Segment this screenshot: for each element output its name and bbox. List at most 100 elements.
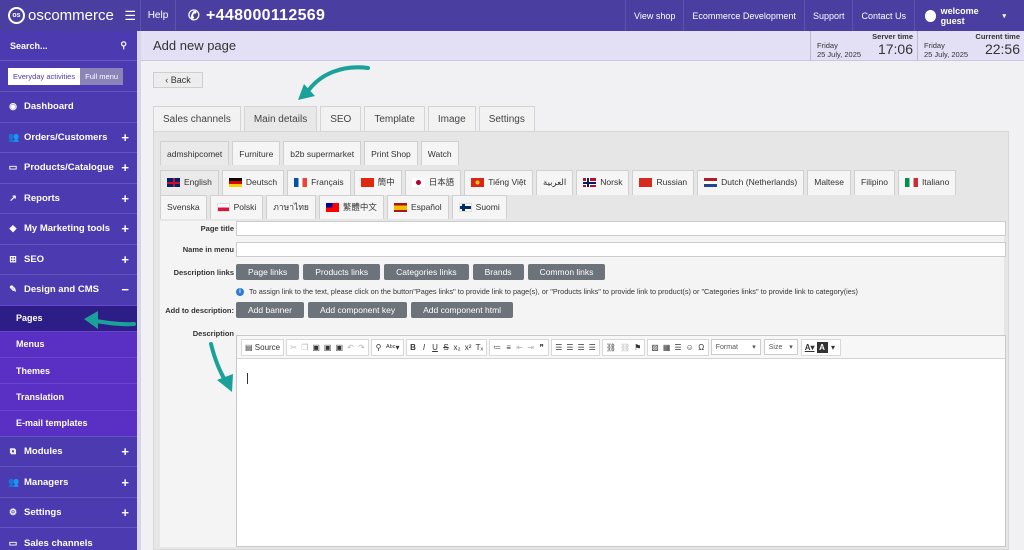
tab-lang-dutch[interactable]: Dutch (Netherlands) [697, 170, 805, 195]
subscript-icon[interactable]: x₂ [452, 340, 463, 355]
tab-platform-furniture[interactable]: Furniture [232, 141, 281, 165]
sidebar-subitem-themes[interactable]: Themes [0, 357, 137, 384]
link-icon[interactable]: ⛓ [604, 340, 618, 355]
italic-icon[interactable]: I [419, 340, 430, 355]
sidebar-item-dashboard[interactable]: ◉ Dashboard [0, 91, 137, 122]
add-component-key-button[interactable]: Add component key [307, 302, 408, 318]
sidebar-item-settings[interactable]: ⚙ Settings + [0, 496, 137, 528]
find-icon[interactable]: ⚲ [373, 340, 384, 355]
full-menu-toggle[interactable]: Full menu [80, 67, 124, 85]
tab-lang-simplified-chinese[interactable]: 簡中 [353, 170, 402, 195]
add-banner-button[interactable]: Add banner [236, 302, 304, 318]
tab-lang-suomi[interactable]: Suomi [451, 194, 507, 219]
sidebar-item-managers[interactable]: 👥 Managers + [0, 466, 137, 497]
everyday-activities-toggle[interactable]: Everyday activities [8, 67, 81, 85]
tab-lang-deutsch[interactable]: Deutsch [221, 170, 285, 195]
tab-lang-english[interactable]: English [160, 170, 219, 195]
user-menu[interactable]: welcome guest ▾ [914, 0, 1024, 31]
tab-platform-admshipcomet[interactable]: admshipcomet [160, 141, 230, 165]
sidebar-item-orders-customers[interactable]: 👥 Orders/Customers + [0, 121, 137, 153]
ecommerce-development-link[interactable]: Ecommerce Development [683, 0, 804, 31]
align-left-icon[interactable]: ☰ [553, 340, 564, 355]
name-in-menu-input[interactable] [236, 242, 1006, 257]
paste-text-icon[interactable]: ▣ [322, 340, 334, 355]
tab-lang-traditional-chinese[interactable]: 繁體中文 [318, 194, 384, 219]
help-link[interactable]: Help [140, 0, 176, 31]
underline-icon[interactable]: U [430, 340, 441, 355]
tab-lang-filipino[interactable]: Filipino [854, 170, 895, 195]
blockquote-icon[interactable]: ❞ [536, 340, 547, 355]
remove-format-icon[interactable]: Tₓ [474, 340, 486, 355]
tab-platform-b2b-supermarket[interactable]: b2b supermarket [283, 141, 362, 165]
text-color-icon[interactable]: A▾ [803, 340, 817, 355]
background-color-icon[interactable]: A [816, 341, 828, 353]
tab-lang-arabic[interactable]: العربية [536, 170, 574, 195]
align-justify-icon[interactable]: ☰ [587, 340, 598, 355]
sidebar-item-modules[interactable]: ⧉ Modules + [0, 435, 137, 467]
editor-body[interactable] [237, 360, 1005, 546]
tab-lang-russian[interactable]: Russian [632, 170, 695, 195]
sidebar-item-reports[interactable]: ↗ Reports + [0, 182, 137, 214]
hamburger-icon[interactable]: ☰ [124, 8, 136, 24]
tab-lang-vietnamese[interactable]: Tiếng Việt [464, 170, 534, 195]
paste-word-icon[interactable]: ▣ [333, 340, 345, 355]
table-icon[interactable]: ▦ [661, 340, 673, 355]
tab-lang-polski[interactable]: Polski [209, 194, 264, 219]
search-input[interactable]: Search... [10, 41, 48, 51]
anchor-flag-icon[interactable]: ⚑ [632, 340, 643, 355]
indent-icon[interactable]: ⇥ [525, 340, 536, 355]
add-component-html-button[interactable]: Add component html [411, 302, 514, 318]
bold-icon[interactable]: B [408, 340, 419, 355]
common-links-button[interactable]: Common links [527, 264, 606, 280]
superscript-icon[interactable]: x² [463, 340, 474, 355]
page-links-button[interactable]: Page links [236, 264, 300, 280]
tab-lang-svenska[interactable]: Svenska [160, 194, 207, 219]
search-icon[interactable]: ⚲ [120, 40, 127, 51]
tab-sales-channels[interactable]: Sales channels [153, 106, 241, 131]
format-select[interactable]: Format ▾ [710, 339, 761, 355]
tab-lang-maltese[interactable]: Maltese [807, 170, 851, 195]
bulleted-list-icon[interactable]: ≡ [503, 340, 514, 355]
sidebar-search[interactable]: Search... ⚲ [0, 31, 137, 61]
tab-lang-japanese[interactable]: 日本語 [404, 170, 462, 195]
sidebar-subitem-email-templates[interactable]: E-mail templates [0, 409, 137, 436]
redo-icon[interactable]: ↷ [356, 340, 367, 355]
special-char-icon[interactable]: Ω [696, 340, 707, 355]
tab-platform-print-shop[interactable]: Print Shop [364, 141, 418, 165]
source-button[interactable]: ▤ Source [243, 340, 282, 355]
chevron-down-icon[interactable]: ▾ [828, 340, 839, 355]
horizontal-line-icon[interactable]: ☰ [672, 340, 683, 355]
undo-icon[interactable]: ↶ [345, 340, 356, 355]
tab-settings[interactable]: Settings [478, 106, 535, 131]
outdent-icon[interactable]: ⇤ [514, 340, 525, 355]
smiley-icon[interactable]: ☺ [684, 340, 696, 355]
page-title-input[interactable] [236, 221, 1006, 236]
sidebar-item-products-catalogue[interactable]: ▭ Products/Catalogue + [0, 152, 137, 183]
align-center-icon[interactable]: ☰ [564, 340, 575, 355]
tab-lang-francais[interactable]: Français [287, 170, 351, 195]
sidebar-item-sales-channels[interactable]: ▭ Sales channels [0, 527, 137, 550]
tab-lang-norsk[interactable]: Norsk [576, 170, 630, 195]
sidebar-item-seo[interactable]: ⊞ SEO + [0, 243, 137, 275]
sidebar-item-design-cms[interactable]: ✎ Design and CMS − [0, 274, 137, 305]
copy-icon[interactable]: ❐ [299, 340, 310, 355]
align-right-icon[interactable]: ☰ [575, 340, 586, 355]
cut-icon[interactable]: ✂ [288, 340, 299, 355]
spellcheck-icon[interactable]: ᴬᵇᶜ▾ [384, 340, 402, 355]
image-icon[interactable]: ▨ [649, 340, 661, 355]
size-select[interactable]: Size ▾ [763, 339, 798, 355]
paste-icon[interactable]: ▣ [310, 340, 322, 355]
support-link[interactable]: Support [803, 0, 853, 31]
contact-us-link[interactable]: Contact Us [852, 0, 914, 31]
tab-lang-italiano[interactable]: Italiano [897, 170, 957, 195]
sidebar-subitem-translation[interactable]: Translation [0, 383, 137, 410]
tab-image[interactable]: Image [427, 106, 476, 131]
strikethrough-icon[interactable]: S [441, 340, 452, 355]
categories-links-button[interactable]: Categories links [384, 264, 469, 280]
view-shop-link[interactable]: View shop [625, 0, 683, 31]
tab-lang-espanol[interactable]: Español [386, 194, 449, 219]
products-links-button[interactable]: Products links [303, 264, 381, 280]
unlink-icon[interactable]: ⛓ [618, 340, 632, 355]
tab-lang-thai[interactable]: ภาษาไทย [266, 194, 316, 219]
sidebar-item-marketing-tools[interactable]: ◆ My Marketing tools + [0, 213, 137, 244]
